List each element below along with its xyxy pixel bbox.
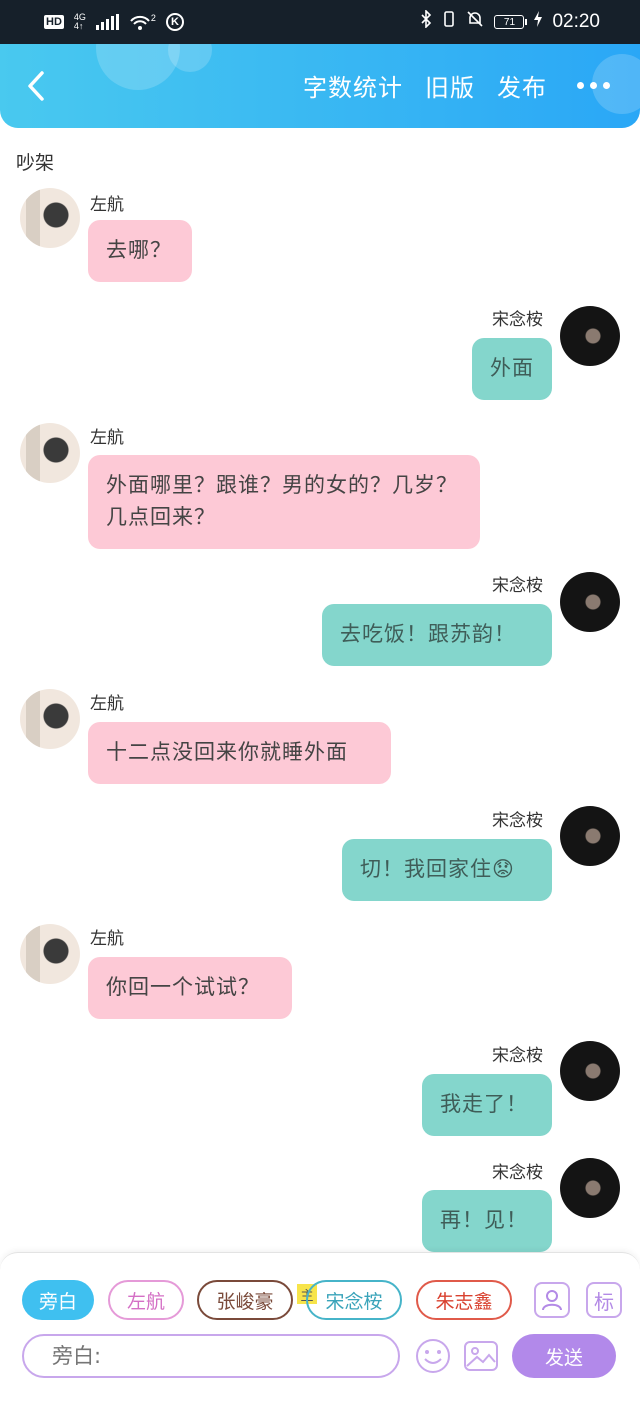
status-right: 71 02:20 [420,9,600,34]
publish-button[interactable]: 发布 [497,68,547,103]
message-bubble[interactable]: 去吃饭！跟苏韵！ [322,604,552,666]
top-app-bar: 字数统计 旧版 发布 [0,44,640,128]
network-type: 4G 4↑ [74,13,86,31]
bluetooth-icon [420,9,432,34]
status-bar: HD 4G 4↑ 2 K 71 02:20 [0,0,640,44]
story-title: 吵架 [16,152,55,174]
speaker-name: 左航 [90,694,124,714]
charging-icon [534,11,543,33]
speaker-name: 宋念桉 [492,1046,543,1066]
message-bubble[interactable]: 切！我回家住😟 [342,839,552,901]
avatar-songnianan[interactable] [560,1158,620,1218]
k-icon: K [165,13,184,31]
avatar-songnianan[interactable] [560,306,620,366]
message-bubble[interactable]: 外面哪里？跟谁？男的女的？几岁？几点回来？ [88,455,480,549]
old-version-button[interactable]: 旧版 [425,68,475,103]
back-button[interactable] [20,70,52,102]
image-button[interactable] [462,1337,500,1375]
avatar-songnianan[interactable] [560,806,620,866]
message-input-wrapper [22,1334,400,1378]
speaker-name: 左航 [90,929,124,949]
mark-button[interactable]: 标 [586,1282,622,1318]
more-dots-icon [577,82,584,89]
avatar-zuohang[interactable] [20,188,80,248]
message-bubble[interactable]: 去哪？ [88,220,192,282]
battery-icon: 71 [494,15,528,29]
role-chip-zhangjunhao[interactable]: 张峻豪 [197,1280,293,1320]
speaker-name: 左航 [90,195,124,215]
speaker-name: 宋念桉 [492,576,543,596]
role-chip-zuohang[interactable]: 左航 [108,1280,184,1320]
message-input[interactable] [50,1343,354,1369]
image-icon [464,1341,498,1371]
avatar-zuohang[interactable] [20,924,80,984]
clock: 02:20 [552,11,600,32]
word-count-button[interactable]: 字数统计 [303,68,403,103]
speaker-name: 宋念桉 [492,811,543,831]
avatar-zuohang[interactable] [20,689,80,749]
vibrate-icon [442,10,456,34]
emoji-button[interactable] [414,1337,452,1375]
role-chip-songnianan[interactable]: 宋念桉 [306,1280,402,1320]
speaker-name: 宋念桉 [492,1163,543,1183]
wifi-sub: 2 [150,13,156,23]
hd-badge: HD [44,15,64,29]
back-arrow-icon [28,71,44,101]
avatar-songnianan[interactable] [560,1041,620,1101]
role-chip-narrator[interactable]: 旁白 [22,1280,94,1320]
signal-icon [95,14,119,30]
more-menu-button[interactable] [577,82,610,89]
status-left: HD 4G 4↑ 2 K [44,13,184,31]
mute-bell-icon [466,10,484,34]
person-icon [542,1290,562,1311]
avatar-zuohang[interactable] [20,423,80,483]
speaker-name: 宋念桉 [492,310,543,330]
message-bubble[interactable]: 我走了！ [422,1074,552,1136]
avatar-songnianan[interactable] [560,572,620,632]
message-bubble[interactable]: 外面 [472,338,552,400]
header-actions: 字数统计 旧版 发布 [303,68,610,103]
smile-icon [416,1339,450,1373]
send-button[interactable]: 发送 [512,1334,616,1378]
message-bubble[interactable]: 再！见！ [422,1190,552,1252]
network-bottom: 4↑ [73,21,84,31]
speaker-name: 左航 [90,428,124,448]
message-bubble[interactable]: 你回一个试试？ [88,957,292,1019]
message-bubble[interactable]: 十二点没回来你就睡外面 [88,722,391,784]
add-role-button[interactable] [534,1282,570,1318]
wifi-icon: 2 [129,13,156,31]
role-chip-zhuzhixin[interactable]: 朱志鑫 [416,1280,512,1320]
